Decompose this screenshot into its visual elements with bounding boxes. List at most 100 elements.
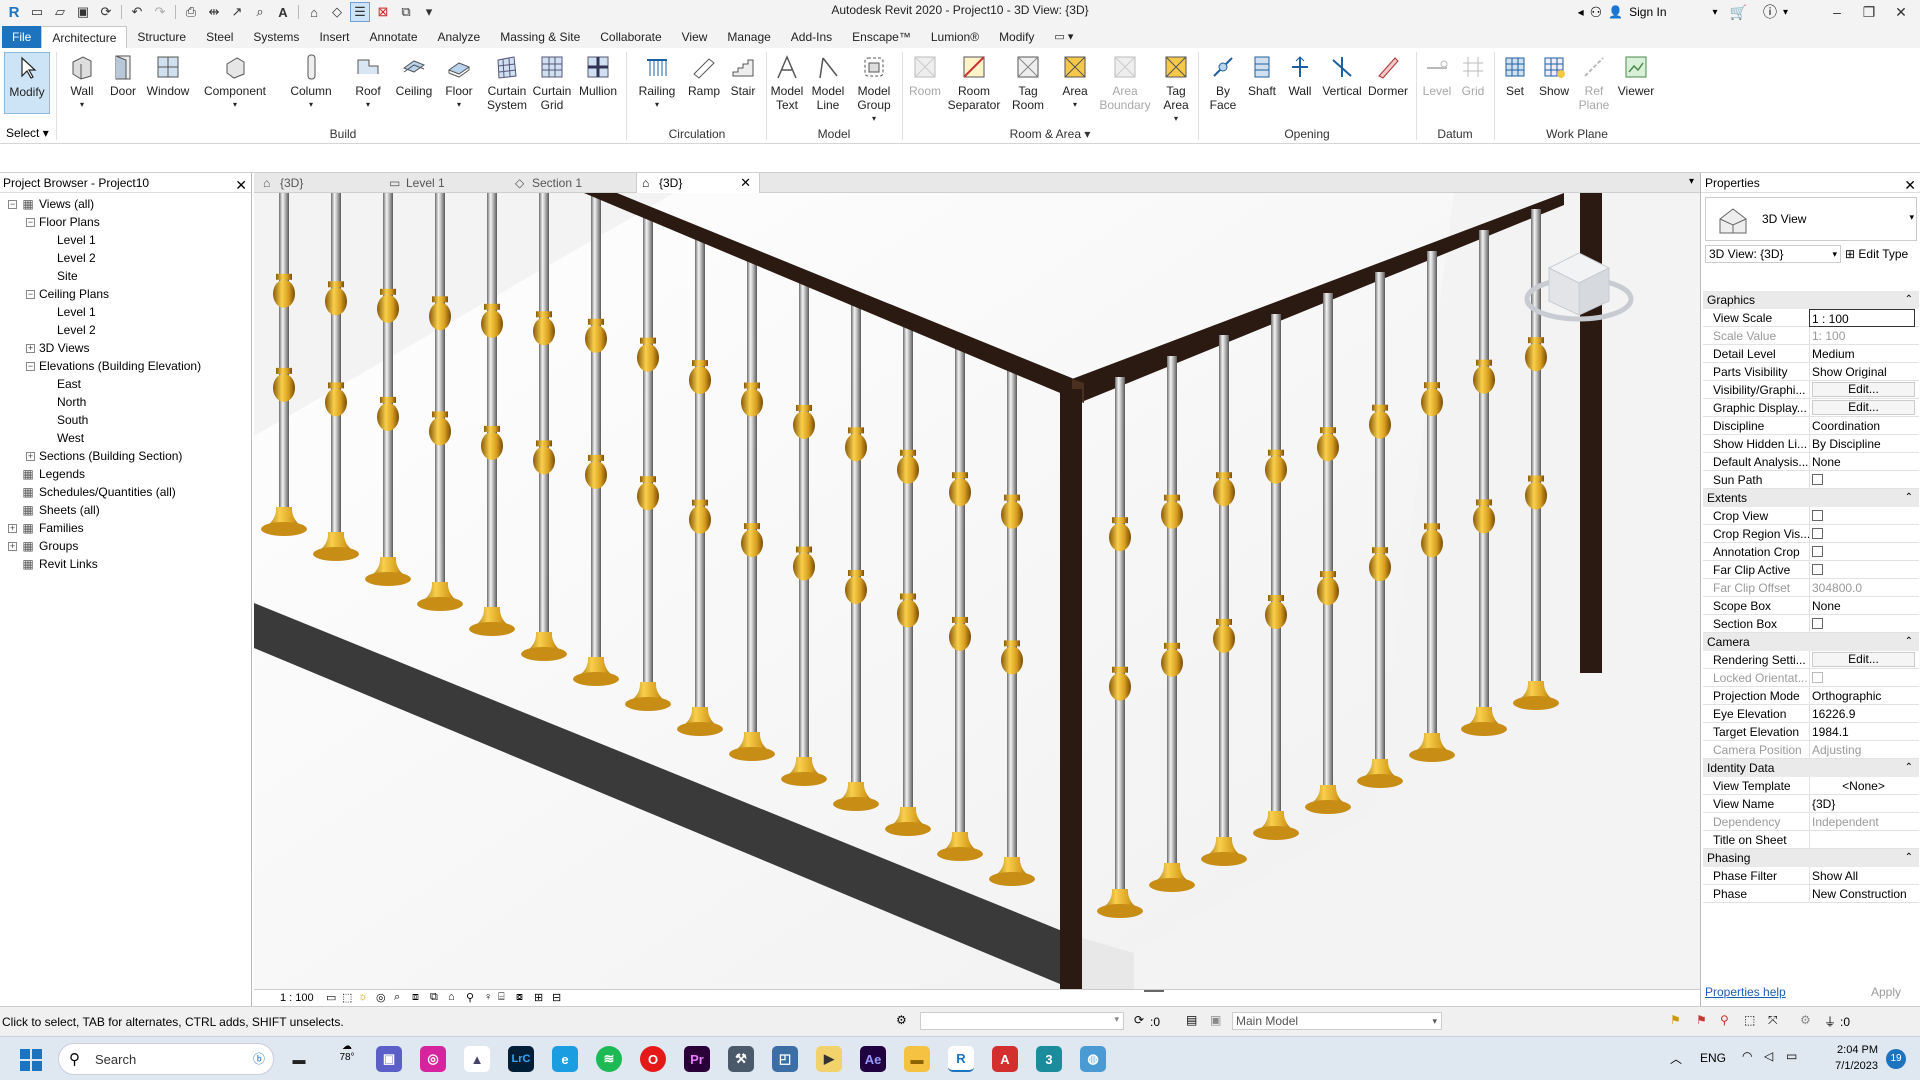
vertical-button[interactable]: Vertical [1320,52,1364,98]
tree-item[interactable]: ▦ Schedules/Quantities (all) [8,483,175,501]
sign-in-link[interactable]: Sign In [1629,5,1666,19]
property-value[interactable] [1809,831,1915,849]
expand-icon[interactable]: + [8,523,17,533]
collapse-icon[interactable]: − [26,361,35,371]
tree-item[interactable]: ▦ Sheets (all) [8,501,99,519]
tab-steel[interactable]: Steel [196,26,243,48]
collapse-icon[interactable]: − [26,217,35,227]
property-value[interactable] [1809,507,1915,525]
restore-icon[interactable]: ❐ [1856,2,1882,22]
property-value[interactable] [1809,561,1915,579]
autocad-icon[interactable]: A [992,1046,1018,1072]
expand-icon[interactable]: + [8,541,17,551]
area-button[interactable]: Area ▾ [1058,52,1092,112]
task-view-icon[interactable]: ▬ [286,1046,312,1072]
close-icon[interactable]: ✕ [235,175,247,195]
property-value[interactable]: <None> [1809,777,1915,795]
view-scale[interactable]: 1 : 100 [280,992,314,1004]
view-canvas[interactable] [254,193,1700,989]
expand-icon[interactable]: + [26,451,35,461]
analytical-model-icon[interactable]: ⊟ [552,991,561,1004]
property-value[interactable]: Medium [1809,345,1915,363]
door-button[interactable]: Door [106,52,140,98]
premiere-icon[interactable]: Pr [684,1046,710,1072]
property-value[interactable]: Show All [1809,867,1915,885]
drag-select-icon[interactable]: ⤧ [1768,1013,1778,1028]
property-value[interactable]: 16226.9 [1809,705,1915,723]
tab-systems[interactable]: Systems [243,26,309,48]
tree-item[interactable]: Level 2 [57,249,96,267]
dimension-icon[interactable]: ↗ [227,2,247,22]
edit-button[interactable]: Edit... [1812,652,1915,667]
column-button[interactable]: Column ▾ [286,52,336,112]
design-option-dropdown[interactable]: Main Model ▾ [1232,1012,1442,1030]
window-button[interactable]: Window [144,52,192,98]
tab-modify[interactable]: Modify [989,26,1044,48]
lightroom-classic-icon[interactable]: LrC [508,1046,534,1072]
model-group-button[interactable]: Model Group ▾ [852,52,896,126]
tree-item[interactable]: + ▦ Groups [8,537,78,555]
tag-room-button[interactable]: Tag Room [1006,52,1050,112]
checkbox[interactable] [1812,510,1823,521]
property-value[interactable]: New Construction [1809,885,1915,903]
spotify-icon[interactable]: ≋ [596,1046,622,1072]
property-value[interactable]: 1 : 100 [1809,309,1915,327]
tool-app-icon[interactable]: ⚒ [728,1046,754,1072]
clock[interactable]: 2:04 PM 7/1/2023 [1808,1042,1878,1074]
globe-app-icon[interactable]: ◍ [1080,1046,1106,1072]
ramp-button[interactable]: Ramp [686,52,722,98]
roof-button[interactable]: Roof ▾ [350,52,386,112]
folder-icon[interactable]: ▱ [50,2,70,22]
close-window-icon[interactable]: ✕ [1888,2,1914,22]
exclude-options-icon[interactable]: ▣ [1210,1013,1221,1027]
close-tab-icon[interactable]: ✕ [740,173,751,193]
text-icon[interactable]: A [273,2,293,22]
filter-icon[interactable]: ⏚ [1824,1013,1836,1030]
floor-button[interactable]: Floor ▾ [440,52,478,112]
customize-dropdown-icon[interactable]: ▾ [419,2,439,22]
horizontal-scrollbar[interactable] [1144,990,1164,992]
property-value[interactable]: {3D} [1809,795,1915,813]
teams-icon[interactable]: ▣ [376,1046,402,1072]
tab-architecture[interactable]: Architecture [41,26,128,48]
type-selector[interactable]: 3D View ▾ [1705,197,1917,241]
print-icon[interactable]: ⎙ [181,2,201,22]
redo-icon[interactable]: ↷ [150,2,170,22]
start-button[interactable] [20,1049,42,1071]
grid-button[interactable]: Grid [1456,52,1490,98]
weather-widget[interactable]: ☁ 78° [330,1041,364,1063]
tab-section-1[interactable]: ◇ Section 1 [510,173,630,193]
temporary-hide-icon[interactable]: ⚲ [466,991,474,1004]
temporary-properties-icon[interactable]: ⌸ [498,991,505,1004]
property-value[interactable]: Edit... [1809,399,1915,417]
opera-icon[interactable]: O [640,1046,666,1072]
editable-only-icon[interactable]: ⟳ [1134,1013,1144,1027]
tree-item[interactable]: ▦ Legends [8,465,85,483]
ceiling-button[interactable]: Ceiling [392,52,436,98]
minimize-icon[interactable]: – [1824,2,1850,22]
close-hidden-icon[interactable]: ⊠ [373,2,393,22]
tab-lumion[interactable]: Lumion® [921,26,989,48]
notification-badge[interactable]: 19 [1886,1049,1906,1069]
property-value[interactable] [1809,525,1915,543]
tree-item[interactable]: Level 1 [57,231,96,249]
revit-taskbar-icon[interactable]: R [948,1046,974,1072]
tab-structure[interactable]: Structure [127,26,196,48]
wifi-icon[interactable]: ◠ [1742,1049,1752,1063]
save-icon[interactable]: ▣ [73,2,93,22]
user-icon[interactable]: 👤 [1608,5,1623,19]
worksets-icon[interactable]: ⚙ [896,1013,907,1027]
infocenter-icon[interactable]: ⚇ [1590,4,1603,21]
design-options-icon[interactable]: ▤ [1186,1013,1197,1027]
close-icon[interactable]: ✕ [1904,175,1916,195]
tab-annotate[interactable]: Annotate [359,26,427,48]
unlocked-3d-icon[interactable]: ⌂ [448,991,455,1003]
area-boundary-button[interactable]: Area Boundary [1098,52,1152,112]
property-value[interactable]: By Discipline [1809,435,1915,453]
shadows-icon[interactable]: ◎ [376,991,386,1004]
collapse-icon[interactable]: − [26,289,35,299]
tag-area-button[interactable]: Tag Area ▾ [1156,52,1196,126]
tree-item[interactable]: + Sections (Building Section) [26,447,182,465]
apply-button[interactable]: Apply [1871,985,1901,999]
after-effects-icon[interactable]: Ae [860,1046,886,1072]
